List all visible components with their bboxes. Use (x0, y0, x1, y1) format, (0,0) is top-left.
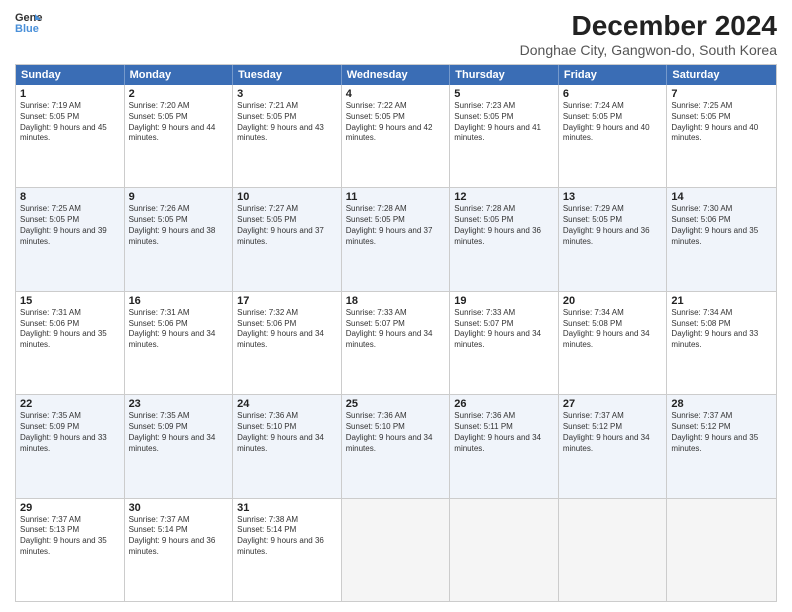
calendar: Sunday Monday Tuesday Wednesday Thursday… (15, 64, 777, 602)
day-12: 12 Sunrise: 7:28 AMSunset: 5:05 PMDaylig… (450, 188, 559, 290)
day-22: 22 Sunrise: 7:35 AMSunset: 5:09 PMDaylig… (16, 395, 125, 497)
week-row-5: 29 Sunrise: 7:37 AMSunset: 5:13 PMDaylig… (16, 498, 776, 601)
day-10: 10 Sunrise: 7:27 AMSunset: 5:05 PMDaylig… (233, 188, 342, 290)
page: General Blue December 2024 Donghae City,… (0, 0, 792, 612)
header: General Blue December 2024 Donghae City,… (15, 10, 777, 58)
svg-text:Blue: Blue (15, 23, 39, 34)
logo-icon: General Blue (15, 10, 43, 34)
main-title: December 2024 (520, 10, 777, 42)
day-30: 30 Sunrise: 7:37 AMSunset: 5:14 PMDaylig… (125, 499, 234, 601)
header-thursday: Thursday (450, 65, 559, 85)
day-31: 31 Sunrise: 7:38 AMSunset: 5:14 PMDaylig… (233, 499, 342, 601)
day-24: 24 Sunrise: 7:36 AMSunset: 5:10 PMDaylig… (233, 395, 342, 497)
week-row-2: 8 Sunrise: 7:25 AMSunset: 5:05 PMDayligh… (16, 187, 776, 290)
day-15: 15 Sunrise: 7:31 AMSunset: 5:06 PMDaylig… (16, 292, 125, 394)
day-8: 8 Sunrise: 7:25 AMSunset: 5:05 PMDayligh… (16, 188, 125, 290)
header-friday: Friday (559, 65, 668, 85)
logo: General Blue (15, 10, 43, 34)
week-row-4: 22 Sunrise: 7:35 AMSunset: 5:09 PMDaylig… (16, 394, 776, 497)
calendar-body: 1 Sunrise: 7:19 AMSunset: 5:05 PMDayligh… (16, 85, 776, 601)
day-2: 2 Sunrise: 7:20 AMSunset: 5:05 PMDayligh… (125, 85, 234, 187)
day-5: 5 Sunrise: 7:23 AMSunset: 5:05 PMDayligh… (450, 85, 559, 187)
empty-4 (667, 499, 776, 601)
day-14: 14 Sunrise: 7:30 AMSunset: 5:06 PMDaylig… (667, 188, 776, 290)
day-20: 20 Sunrise: 7:34 AMSunset: 5:08 PMDaylig… (559, 292, 668, 394)
day-19: 19 Sunrise: 7:33 AMSunset: 5:07 PMDaylig… (450, 292, 559, 394)
header-sunday: Sunday (16, 65, 125, 85)
day-11: 11 Sunrise: 7:28 AMSunset: 5:05 PMDaylig… (342, 188, 451, 290)
day-18: 18 Sunrise: 7:33 AMSunset: 5:07 PMDaylig… (342, 292, 451, 394)
calendar-header: Sunday Monday Tuesday Wednesday Thursday… (16, 65, 776, 85)
empty-2 (450, 499, 559, 601)
day-21: 21 Sunrise: 7:34 AMSunset: 5:08 PMDaylig… (667, 292, 776, 394)
week-row-1: 1 Sunrise: 7:19 AMSunset: 5:05 PMDayligh… (16, 85, 776, 187)
empty-3 (559, 499, 668, 601)
day-29: 29 Sunrise: 7:37 AMSunset: 5:13 PMDaylig… (16, 499, 125, 601)
day-28: 28 Sunrise: 7:37 AMSunset: 5:12 PMDaylig… (667, 395, 776, 497)
header-monday: Monday (125, 65, 234, 85)
day-4: 4 Sunrise: 7:22 AMSunset: 5:05 PMDayligh… (342, 85, 451, 187)
day-27: 27 Sunrise: 7:37 AMSunset: 5:12 PMDaylig… (559, 395, 668, 497)
day-3: 3 Sunrise: 7:21 AMSunset: 5:05 PMDayligh… (233, 85, 342, 187)
day-6: 6 Sunrise: 7:24 AMSunset: 5:05 PMDayligh… (559, 85, 668, 187)
day-23: 23 Sunrise: 7:35 AMSunset: 5:09 PMDaylig… (125, 395, 234, 497)
day-16: 16 Sunrise: 7:31 AMSunset: 5:06 PMDaylig… (125, 292, 234, 394)
day-7: 7 Sunrise: 7:25 AMSunset: 5:05 PMDayligh… (667, 85, 776, 187)
day-13: 13 Sunrise: 7:29 AMSunset: 5:05 PMDaylig… (559, 188, 668, 290)
header-wednesday: Wednesday (342, 65, 451, 85)
day-17: 17 Sunrise: 7:32 AMSunset: 5:06 PMDaylig… (233, 292, 342, 394)
day-26: 26 Sunrise: 7:36 AMSunset: 5:11 PMDaylig… (450, 395, 559, 497)
subtitle: Donghae City, Gangwon-do, South Korea (520, 42, 777, 58)
title-block: December 2024 Donghae City, Gangwon-do, … (520, 10, 777, 58)
header-saturday: Saturday (667, 65, 776, 85)
week-row-3: 15 Sunrise: 7:31 AMSunset: 5:06 PMDaylig… (16, 291, 776, 394)
day-1: 1 Sunrise: 7:19 AMSunset: 5:05 PMDayligh… (16, 85, 125, 187)
day-9: 9 Sunrise: 7:26 AMSunset: 5:05 PMDayligh… (125, 188, 234, 290)
day-25: 25 Sunrise: 7:36 AMSunset: 5:10 PMDaylig… (342, 395, 451, 497)
header-tuesday: Tuesday (233, 65, 342, 85)
empty-1 (342, 499, 451, 601)
